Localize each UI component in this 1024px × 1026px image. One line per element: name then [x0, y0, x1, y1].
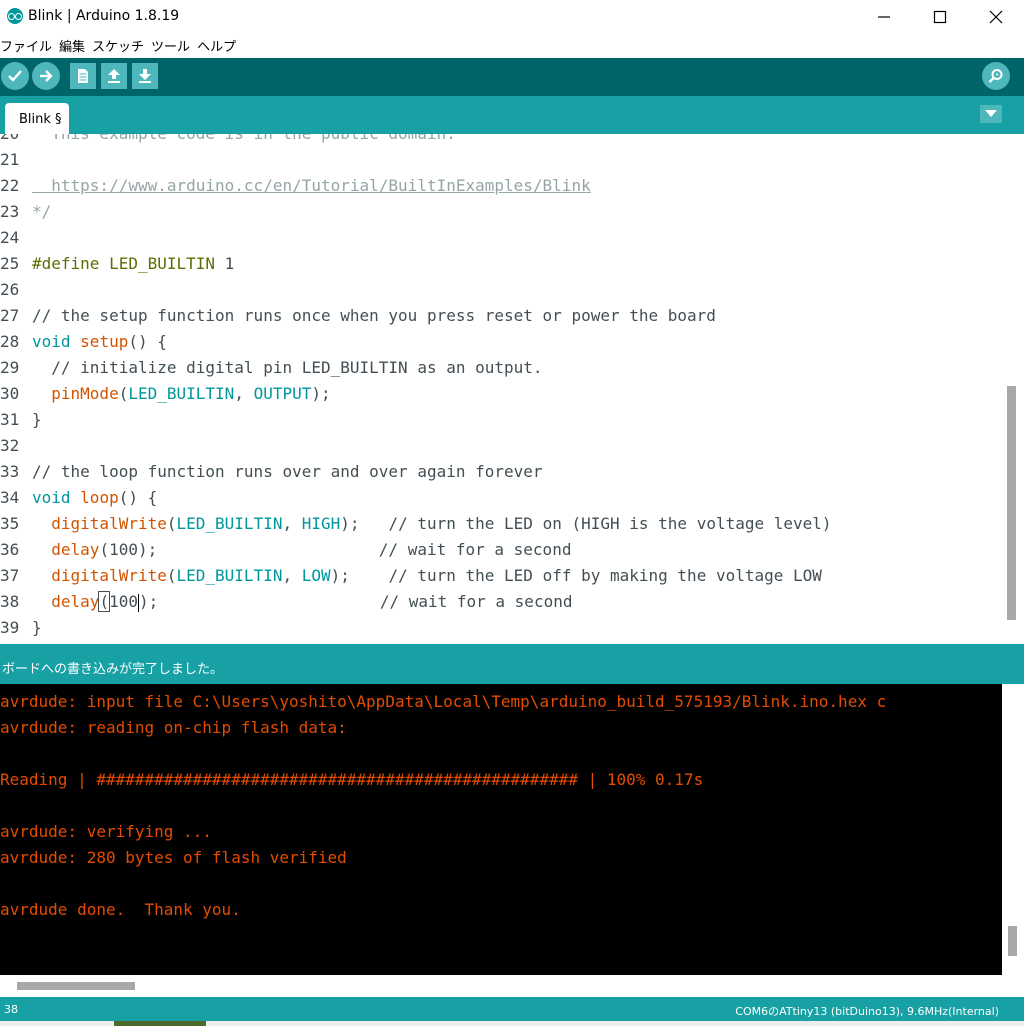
open-icon — [108, 69, 120, 83]
serial-monitor-icon — [988, 69, 1003, 83]
console-line: avrdude: reading on-chip flash data: — [0, 718, 347, 737]
chevron-down-icon — [985, 110, 997, 117]
close-button[interactable] — [968, 0, 1024, 33]
tab-strip: Blink § — [0, 96, 1024, 134]
console-line: Reading | ##############################… — [0, 770, 704, 789]
console-line: avrdude: 280 bytes of flash verified — [0, 848, 347, 867]
console-horizontal-scrollbar[interactable] — [0, 975, 1024, 997]
console-scrollbar-thumb[interactable] — [1008, 926, 1017, 956]
console-line: avrdude done. Thank you. — [0, 900, 241, 919]
minimize-icon — [878, 15, 890, 18]
title-bar: Blink | Arduino 1.8.19 — [0, 0, 1024, 33]
code-editor[interactable]: 20 This example code is in the public do… — [0, 134, 1003, 640]
toolbar — [0, 58, 1024, 96]
code-line: 29 // initialize digital pin LED_BUILTIN… — [0, 358, 543, 377]
console-output[interactable]: avrdude: input file C:\Users\yoshito\App… — [0, 684, 1002, 975]
desktop-image — [114, 1021, 206, 1026]
menu-help[interactable]: ヘルプ — [197, 36, 236, 55]
console-line: avrdude: input file C:\Users\yoshito\App… — [0, 692, 887, 711]
menu-file[interactable]: ファイル — [0, 36, 52, 55]
verify-button[interactable] — [1, 62, 29, 90]
close-icon — [989, 10, 1003, 23]
board-info: COM6のATtiny13 (bitDuino13), 9.6MHz(Inter… — [735, 1005, 999, 1018]
new-icon — [78, 69, 88, 83]
window-title: Blink | Arduino 1.8.19 — [28, 8, 180, 24]
open-sketch-button[interactable] — [101, 63, 127, 89]
menu-tools[interactable]: ツール — [151, 36, 190, 55]
code-line: 34 void loop() { — [0, 488, 158, 507]
minimize-button[interactable] — [856, 0, 912, 33]
code-line-current: 38 delay(100); // wait for a second — [0, 591, 573, 612]
code-line: 20 This example code is in the public do… — [0, 134, 456, 147]
code-line: 28 void setup() { — [0, 332, 167, 351]
code-line: 39} — [0, 618, 42, 637]
horizontal-scrollbar-thumb[interactable] — [17, 982, 135, 990]
save-sketch-button[interactable] — [132, 63, 158, 89]
footer-status-bar: 38 COM6のATtiny13 (bitDuino13), 9.6MHz(In… — [0, 997, 1024, 1021]
code-line: 25 #define LED_BUILTIN 1 — [0, 254, 235, 273]
code-line: 22 https://www.arduino.cc/en/Tutorial/Bu… — [0, 176, 591, 195]
upload-button[interactable] — [32, 62, 60, 90]
code-line: 24 — [0, 228, 20, 247]
code-line: 37 digitalWrite(LED_BUILTIN, LOW); // tu… — [0, 566, 822, 585]
serial-monitor-button[interactable] — [982, 62, 1010, 90]
menu-sketch[interactable]: スケッチ — [92, 36, 144, 55]
arduino-logo-icon — [7, 8, 23, 24]
editor-scrollbar-thumb[interactable] — [1007, 386, 1016, 620]
new-sketch-button[interactable] — [70, 63, 96, 89]
code-line: 23 */ — [0, 202, 52, 221]
console-line: avrdude: verifying ... — [0, 822, 212, 841]
code-line: 26 — [0, 280, 20, 299]
code-line: 36 delay(100); // wait for a second — [0, 540, 572, 559]
code-line: 30 pinMode(LED_BUILTIN, OUTPUT); — [0, 384, 331, 403]
verify-icon — [8, 70, 22, 82]
code-line: 21 — [0, 150, 20, 169]
status-message: ボードへの書き込みが完了しました。 — [0, 644, 1024, 684]
tutorial-link[interactable]: https://www.arduino.cc/en/Tutorial/Built… — [32, 176, 590, 195]
menu-edit[interactable]: 編集 — [59, 36, 85, 55]
code-line: 35 digitalWrite(LED_BUILTIN, HIGH); // t… — [0, 514, 832, 533]
upload-icon — [40, 70, 53, 82]
tab-blink[interactable]: Blink § — [5, 103, 69, 134]
tab-menu-button[interactable] — [980, 105, 1002, 123]
save-icon — [139, 69, 151, 83]
code-line: 33// the loop function runs over and ove… — [0, 462, 543, 481]
maximize-button[interactable] — [912, 0, 968, 33]
code-line: 32 — [0, 436, 20, 455]
code-line: 27// the setup function runs once when y… — [0, 306, 716, 325]
maximize-icon — [933, 10, 947, 23]
current-line-number: 38 — [4, 1003, 18, 1016]
menu-bar: ファイル 編集 スケッチ ツール ヘルプ — [0, 33, 1024, 58]
code-line: 31} — [0, 410, 42, 429]
